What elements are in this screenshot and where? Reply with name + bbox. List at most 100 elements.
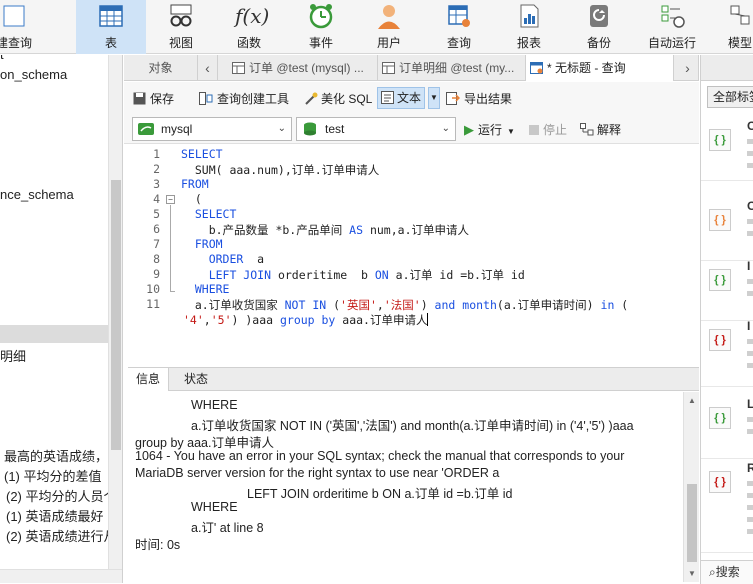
code-line-4: ( bbox=[181, 192, 202, 206]
toolbar-new-query[interactable]: 建查询 bbox=[0, 0, 42, 54]
toolbar-report[interactable]: 报表 bbox=[496, 0, 562, 54]
document-tabs: 对象 ‹ 订单 @test (mysql) ... 订单明细 @test (my… bbox=[124, 55, 699, 81]
toolbar-label: 备份 bbox=[586, 36, 611, 50]
message-line: WHERE bbox=[191, 398, 238, 412]
message-line: WHERE bbox=[191, 500, 238, 514]
snippet-item[interactable]: { } I bbox=[701, 311, 753, 387]
backup-icon bbox=[590, 5, 608, 27]
text-cursor bbox=[427, 313, 429, 326]
explain-icon bbox=[580, 123, 594, 136]
snippet-item[interactable]: { } R bbox=[701, 453, 753, 553]
sidebar-item-schema[interactable]: on_schema bbox=[0, 67, 67, 82]
toolbar-automation[interactable]: 自动运行 bbox=[636, 0, 708, 54]
view-icon bbox=[170, 4, 192, 27]
sidebar-vertical-scrollbar[interactable] bbox=[108, 55, 122, 583]
sidebar-item-fragment[interactable]: t bbox=[0, 55, 4, 62]
code-token: b.产品数量 *b.产品单间 bbox=[181, 223, 350, 237]
snippet-icon: { } bbox=[709, 329, 731, 351]
code-token: , bbox=[376, 298, 384, 312]
tab-objects[interactable]: 对象 bbox=[124, 55, 198, 81]
sidebar-selected-row[interactable] bbox=[0, 325, 108, 343]
snippet-icon: { } bbox=[709, 209, 731, 231]
sql-editor[interactable]: 1 2 3 4 5 6 7 8 9 10 11 − SELECT SUM( aa… bbox=[128, 145, 699, 365]
beautify-sql-button[interactable]: 美化 SQL bbox=[304, 89, 372, 109]
save-button[interactable]: 保存 bbox=[133, 89, 174, 109]
snippet-desc bbox=[747, 429, 753, 434]
code-line-10: WHERE bbox=[181, 282, 230, 296]
tab-orders[interactable]: 订单 @test (mysql) ... bbox=[228, 55, 378, 81]
sidebar-item-query[interactable]: (2) 平均分的人员个 bbox=[6, 486, 117, 505]
toolbar-function[interactable]: f(x) 函数 bbox=[216, 0, 282, 54]
toolbar-label: 报表 bbox=[516, 36, 541, 50]
snippet-icon: { } bbox=[709, 471, 731, 493]
export-icon bbox=[446, 92, 461, 105]
sidebar-item-query[interactable]: 最高的英语成绩，维 bbox=[4, 446, 121, 465]
snippet-desc bbox=[747, 163, 753, 168]
scroll-up-icon[interactable]: ▲ bbox=[684, 396, 700, 405]
message-vertical-scrollbar[interactable]: ▲ ▼ bbox=[683, 392, 699, 582]
tab-status[interactable]: 状态 bbox=[176, 368, 216, 391]
snippet-desc bbox=[747, 505, 753, 510]
code-token: ) bbox=[420, 298, 435, 312]
line-number: 5 bbox=[153, 207, 160, 221]
toolbar-model[interactable]: 模型 bbox=[712, 0, 753, 54]
query-builder-label: 查询创建工具 bbox=[217, 92, 290, 106]
query-builder-button[interactable]: 查询创建工具 bbox=[199, 89, 289, 109]
function-icon: f(x) bbox=[235, 4, 270, 28]
run-label: 运行 bbox=[478, 123, 503, 137]
snippet-desc bbox=[747, 151, 753, 156]
snippet-desc bbox=[747, 139, 753, 144]
code-token: NOT IN bbox=[284, 298, 327, 312]
tab-scroll-left-button[interactable]: ‹ bbox=[198, 55, 218, 81]
explain-label: 解释 bbox=[597, 123, 622, 137]
explain-button[interactable]: 解释 bbox=[580, 120, 621, 140]
code-token: FROM bbox=[181, 177, 209, 191]
export-results-button[interactable]: 导出结果 bbox=[446, 89, 512, 109]
snippet-desc bbox=[747, 529, 753, 534]
snippet-title: R bbox=[747, 461, 753, 475]
main-toolbar: 建查询 表 视图 f(x) 函数 事件 用户 查询 报表 备份 自动运行 模型 bbox=[0, 0, 753, 54]
code-token: ON bbox=[374, 268, 389, 282]
toolbar-event[interactable]: 事件 bbox=[288, 0, 354, 54]
database-select[interactable]: test ⌄ bbox=[296, 117, 456, 141]
scrollbar-thumb[interactable] bbox=[111, 180, 121, 450]
sidebar-item-query[interactable]: (1) 平均分的差值 bbox=[4, 466, 102, 485]
line-number: 8 bbox=[153, 252, 160, 266]
line-number: 1 bbox=[153, 147, 160, 161]
snippet-item[interactable]: { } C bbox=[701, 111, 753, 181]
all-tags-button[interactable]: 全部标签 bbox=[707, 86, 753, 108]
tab-info[interactable]: 信息 bbox=[128, 368, 170, 391]
toolbar-query[interactable]: 查询 bbox=[426, 0, 492, 54]
snippet-search[interactable]: ⌕搜索 bbox=[701, 560, 753, 584]
sidebar-item-query[interactable]: (2) 英语成绩进行从 bbox=[6, 526, 117, 545]
sidebar-item-table[interactable]: 明细 bbox=[0, 346, 26, 365]
snippet-title: C bbox=[747, 119, 753, 133]
tab-scroll-right-button[interactable]: › bbox=[677, 55, 699, 81]
text-mode-button[interactable]: 文本 bbox=[377, 87, 426, 109]
snippet-title: I bbox=[747, 259, 751, 273]
scrollbar-thumb[interactable] bbox=[687, 484, 697, 562]
connection-select[interactable]: mysql ⌄ bbox=[132, 117, 292, 141]
fold-toggle[interactable]: − bbox=[166, 195, 175, 204]
sidebar-item-schema[interactable]: nce_schema bbox=[0, 187, 74, 202]
toolbar-table[interactable]: 表 bbox=[76, 0, 146, 54]
text-mode-dropdown[interactable]: ▼ bbox=[428, 87, 440, 109]
toolbar-backup[interactable]: 备份 bbox=[566, 0, 632, 54]
sidebar-horizontal-scrollbar[interactable] bbox=[0, 569, 122, 583]
navigation-sidebar: t on_schema nce_schema 明细 最高的英语成绩，维 (1) … bbox=[0, 55, 123, 583]
search-label: 搜索 bbox=[715, 565, 740, 579]
text-icon bbox=[381, 91, 394, 104]
toolbar-user[interactable]: 用户 bbox=[356, 0, 422, 54]
tab-untitled-query[interactable]: * 无标题 - 查询 bbox=[526, 55, 674, 81]
sidebar-item-query[interactable]: (1) 英语成绩最好 bbox=[6, 506, 104, 525]
scroll-down-icon[interactable]: ▼ bbox=[684, 569, 700, 578]
stop-button[interactable]: 停止 bbox=[529, 120, 567, 140]
code-token: a.订单收货国家 bbox=[181, 298, 285, 312]
snippet-item[interactable]: { } L bbox=[701, 389, 753, 459]
run-button[interactable]: ▶ 运行 ▼ bbox=[464, 120, 515, 140]
tab-order-details[interactable]: 订单明细 @test (my... bbox=[378, 55, 526, 81]
line-number: 2 bbox=[153, 162, 160, 176]
toolbar-view[interactable]: 视图 bbox=[148, 0, 214, 54]
code-token: , bbox=[203, 313, 211, 327]
code-line-1: SELECT bbox=[181, 147, 223, 161]
